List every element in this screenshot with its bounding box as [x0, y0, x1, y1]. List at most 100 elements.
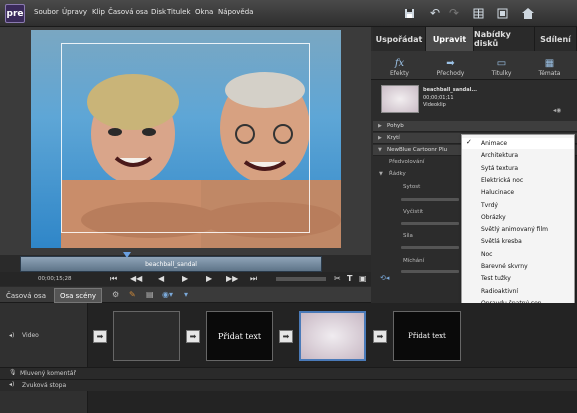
title-safe-frame — [61, 43, 310, 233]
scene-clip-2[interactable]: Přidat text — [206, 311, 273, 361]
clean-label: Vyčistit — [403, 209, 424, 215]
dropdown-item[interactable]: Animace — [462, 138, 574, 149]
audio-icon: ◂◉ — [553, 107, 562, 114]
keyframe-icon[interactable]: ⟲◂ — [380, 274, 389, 282]
saturation-slider[interactable] — [401, 198, 459, 201]
frame-forward-icon[interactable]: ▶ — [206, 274, 212, 283]
audio-mix-icon[interactable]: ◉▾ — [162, 290, 173, 299]
menu-edit[interactable]: Úpravy — [62, 8, 87, 16]
subtab-titles[interactable]: ▭ Titulky — [476, 52, 527, 79]
saturation-label: Sytost — [403, 184, 421, 190]
save-icon[interactable] — [401, 5, 417, 21]
tab-disc-menus[interactable]: Nabídky disků — [474, 27, 535, 51]
app-logo: pre — [5, 4, 25, 23]
frame-back-icon[interactable]: ◀ — [158, 274, 164, 283]
dropdown-item[interactable]: Obrázky — [462, 212, 574, 223]
scene-clip-1[interactable] — [113, 311, 180, 361]
tab-timeline[interactable]: Časová osa — [2, 288, 50, 303]
split-clip-icon[interactable]: ✂ — [334, 274, 341, 283]
video-track-icon: ◂) — [9, 332, 15, 339]
dropdown-item[interactable]: Sytá textura — [462, 163, 574, 174]
tab-edit[interactable]: Upravit — [426, 27, 474, 51]
subtab-themes-label: Témata — [538, 70, 561, 77]
clip-title-text: Přidat text — [408, 332, 446, 340]
undo-icon[interactable]: ↶ — [427, 5, 443, 21]
dropdown-item[interactable]: Světlá kresba — [462, 236, 574, 247]
dropdown-item[interactable]: Elektrická noc — [462, 175, 574, 186]
menu-clip[interactable]: Klip — [92, 8, 105, 16]
transition-slot[interactable]: ➡ — [186, 330, 200, 343]
video-track-label: Video — [22, 332, 39, 339]
tools-icon[interactable]: ⚙ — [112, 290, 119, 299]
home-icon[interactable] — [520, 5, 536, 21]
fx-icon: fx — [394, 58, 405, 69]
fx-row-label: NewBlue Cartoonr Plu — [387, 147, 448, 153]
subtab-effects[interactable]: fx Efekty — [374, 52, 425, 79]
strength-slider[interactable] — [401, 246, 459, 249]
redo-icon[interactable]: ↷ — [446, 5, 462, 21]
narration-label: Mluvený komentář — [20, 370, 76, 377]
dropdown-item[interactable]: Test tužky — [462, 273, 574, 284]
expand-icon: ▶ — [378, 135, 382, 141]
grid-icon[interactable] — [470, 5, 486, 21]
rewind-icon[interactable]: ⏮ — [110, 274, 117, 284]
mixing-label: Míchání — [403, 258, 425, 264]
clip-name: beachball_sandal... — [423, 87, 478, 93]
subtab-themes[interactable]: ▦ Témata — [524, 52, 575, 79]
menu-help[interactable]: Nápověda — [218, 8, 253, 16]
smartfix-icon[interactable]: ✎ — [129, 290, 136, 299]
video-preview[interactable] — [31, 30, 341, 248]
transition-slot[interactable]: ➡ — [279, 330, 293, 343]
tab-organize[interactable]: Uspořádat — [373, 27, 426, 51]
dropdown-item[interactable]: Architektura — [462, 150, 574, 161]
subtab-titles-label: Titulky — [491, 70, 512, 77]
soundtrack-icon: ◂) — [9, 381, 15, 388]
menu-file[interactable]: Soubor — [34, 8, 59, 16]
step-back-icon[interactable]: ◀◀ — [130, 274, 142, 283]
clip-icon[interactable]: ▤ — [146, 290, 154, 299]
lines-expand-icon[interactable]: ▼ — [379, 171, 383, 177]
menu-window[interactable]: Okna — [195, 8, 213, 16]
play-icon[interactable]: ▶ — [182, 274, 188, 283]
end-icon[interactable]: ⏭ — [250, 274, 257, 284]
fast-forward-icon[interactable]: ▶▶ — [226, 274, 238, 283]
subtab-effects-label: Efekty — [390, 70, 409, 77]
playhead[interactable] — [123, 252, 131, 258]
transition-slot[interactable]: ➡ — [93, 330, 107, 343]
mixing-slider[interactable] — [401, 270, 459, 273]
clip-time: 00;00;01;11 — [423, 95, 454, 101]
clip-thumbnail — [381, 85, 419, 113]
subtab-transitions-label: Přechody — [436, 70, 465, 77]
dropdown-item[interactable]: Světlý animovaný film — [462, 224, 574, 235]
dropdown-item[interactable]: Radioaktivní — [462, 286, 574, 297]
transition-slot[interactable]: ➡ — [373, 330, 387, 343]
tab-scene-line[interactable]: Osa scény — [54, 288, 102, 303]
menu-disc[interactable]: Disk — [151, 8, 166, 16]
clean-slider[interactable] — [401, 222, 459, 225]
scene-clip-3[interactable] — [299, 311, 366, 361]
snapshot-icon[interactable]: ▣ — [359, 274, 367, 283]
clip-title-text: Přidat text — [217, 331, 262, 341]
fx-row-motion[interactable]: ▶ Pohyb — [373, 121, 577, 132]
marker-icon[interactable]: ▾ — [184, 290, 188, 299]
track-header — [0, 303, 88, 413]
expand-icon: ▶ — [378, 123, 382, 129]
tab-share[interactable]: Sdílení — [535, 27, 577, 51]
subtab-transitions[interactable]: ➡ Přechody — [425, 52, 476, 79]
strength-label: Síla — [403, 233, 413, 239]
dropdown-item[interactable]: Tvrdý — [462, 200, 574, 211]
menu-title[interactable]: Titulek — [167, 8, 191, 16]
scrubber-clip-label: beachball_sandal — [145, 260, 197, 268]
scrubber-clip[interactable]: beachball_sandal — [20, 256, 322, 272]
soundtrack-track — [0, 379, 577, 391]
fullscreen-icon[interactable] — [494, 5, 510, 21]
scene-clip-4[interactable]: Přidat text — [393, 311, 461, 361]
themes-icon: ▦ — [544, 58, 555, 69]
dropdown-item[interactable]: Halucinace — [462, 187, 574, 198]
dropdown-item[interactable]: Barevné skvrny — [462, 261, 574, 272]
text-tool-icon[interactable]: T — [347, 274, 352, 283]
menu-timeline[interactable]: Časová osa — [108, 8, 148, 16]
dropdown-item[interactable]: Noc — [462, 249, 574, 260]
volume-slider[interactable] — [276, 277, 326, 281]
mic-icon: 🎙 — [9, 369, 17, 376]
